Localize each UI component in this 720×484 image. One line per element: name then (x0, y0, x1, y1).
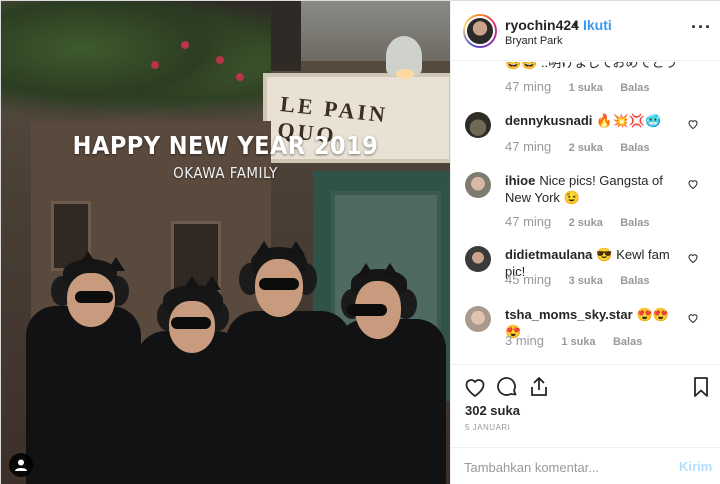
photo-lamp-glow (396, 69, 414, 79)
heart-icon[interactable] (687, 252, 699, 264)
reply-button[interactable]: Balas (620, 142, 649, 154)
more-options-icon[interactable]: ··· (691, 17, 712, 38)
post-location[interactable]: Bryant Park (505, 35, 562, 47)
comment-likes[interactable]: 2 suka (569, 142, 603, 154)
comment-text: ihioe Nice pics! Gangsta of New York 😉 (505, 172, 685, 206)
user-tag-icon (15, 459, 27, 471)
comment-meta: 45 ming 3 suka Balas (505, 272, 664, 287)
reply-button[interactable]: Balas (613, 336, 642, 348)
comment-time[interactable]: 3 ming (505, 333, 544, 348)
commenter-username[interactable]: didietmaulana (505, 247, 592, 262)
commenter-username[interactable]: dennykusnadi (505, 113, 592, 128)
heart-icon[interactable] (463, 375, 487, 399)
photo-flower (181, 41, 189, 49)
reply-button[interactable]: Balas (620, 217, 649, 229)
comment-meta: 47 ming 2 suka Balas (505, 214, 664, 229)
photo-flower (236, 73, 244, 81)
post-actions: 302 suka 5 JANUARI Kirim (451, 364, 720, 484)
commenter-username[interactable]: ihioe (505, 173, 535, 188)
comment-meta: 47 ming 1 suka Balas (505, 79, 664, 94)
reply-button[interactable]: Balas (620, 82, 649, 94)
commenter-avatar[interactable] (465, 246, 491, 272)
comment-body: 🔥💥💢🥶 (596, 113, 662, 128)
photo-overlay-subtitle: OKAWA FAMILY (173, 164, 278, 182)
reply-button[interactable]: Balas (620, 275, 649, 287)
comments-list[interactable]: 😆😆 ..明けましておめでとう 47 ming 1 suka Balas den… (451, 62, 720, 364)
commenter-avatar[interactable] (465, 112, 491, 138)
comment-meta: 3 ming 1 suka Balas (505, 333, 656, 348)
photo-plants (1, 1, 271, 121)
comment-likes[interactable]: 2 suka (569, 217, 603, 229)
comment-likes[interactable]: 1 suka (561, 336, 595, 348)
comment-time[interactable]: 47 ming (505, 139, 551, 154)
comment-body: 😆😆 ..明けましておめでとう (505, 62, 678, 70)
post-sidebar: ryochin424 • Ikuti Bryant Park ··· 😆😆 ..… (450, 1, 720, 484)
comment-time[interactable]: 47 ming (505, 214, 551, 229)
header-separator: • (573, 16, 578, 32)
comment-meta: 47 ming 2 suka Balas (505, 139, 664, 154)
heart-icon[interactable] (687, 118, 699, 130)
story-ring[interactable] (463, 14, 497, 48)
likes-count[interactable]: 302 suka (465, 403, 520, 418)
photo-flower (151, 61, 159, 69)
comment-likes[interactable]: 1 suka (569, 82, 603, 94)
photo-overlay-title: HAPPY NEW YEAR 2019 (72, 131, 379, 160)
author-username[interactable]: ryochin424 (505, 17, 579, 33)
heart-icon[interactable] (687, 178, 699, 190)
follow-button[interactable]: Ikuti (583, 17, 612, 33)
heart-icon[interactable] (687, 312, 699, 324)
post-photo[interactable]: LE PAIN QUO HAPPY NEW YEAR 2019 OKAWA FA… (1, 1, 450, 484)
bookmark-icon[interactable] (689, 375, 713, 399)
comment-time[interactable]: 47 ming (505, 79, 551, 94)
comment-text: dennykusnadi 🔥💥💢🥶 (505, 112, 685, 129)
post-date[interactable]: 5 JANUARI (465, 423, 510, 432)
comment-text: 😆😆 ..明けましておめでとう (505, 62, 685, 71)
instagram-post: LE PAIN QUO HAPPY NEW YEAR 2019 OKAWA FA… (0, 0, 720, 484)
commenter-username[interactable]: tsha_moms_sky.star (505, 307, 633, 322)
comment-input[interactable] (464, 457, 664, 477)
post-header: ryochin424 • Ikuti Bryant Park ··· (451, 1, 720, 61)
user-tag-button[interactable] (9, 453, 33, 477)
add-comment-bar: Kirim (451, 447, 720, 484)
comment-likes[interactable]: 3 suka (569, 275, 603, 287)
share-icon[interactable] (527, 375, 551, 399)
comment-icon[interactable] (495, 375, 519, 399)
author-avatar[interactable] (465, 16, 495, 46)
commenter-avatar[interactable] (465, 172, 491, 198)
post-comment-button[interactable]: Kirim (679, 459, 712, 474)
commenter-avatar[interactable] (465, 306, 491, 332)
photo-flower (216, 56, 224, 64)
comment-time[interactable]: 45 ming (505, 272, 551, 287)
